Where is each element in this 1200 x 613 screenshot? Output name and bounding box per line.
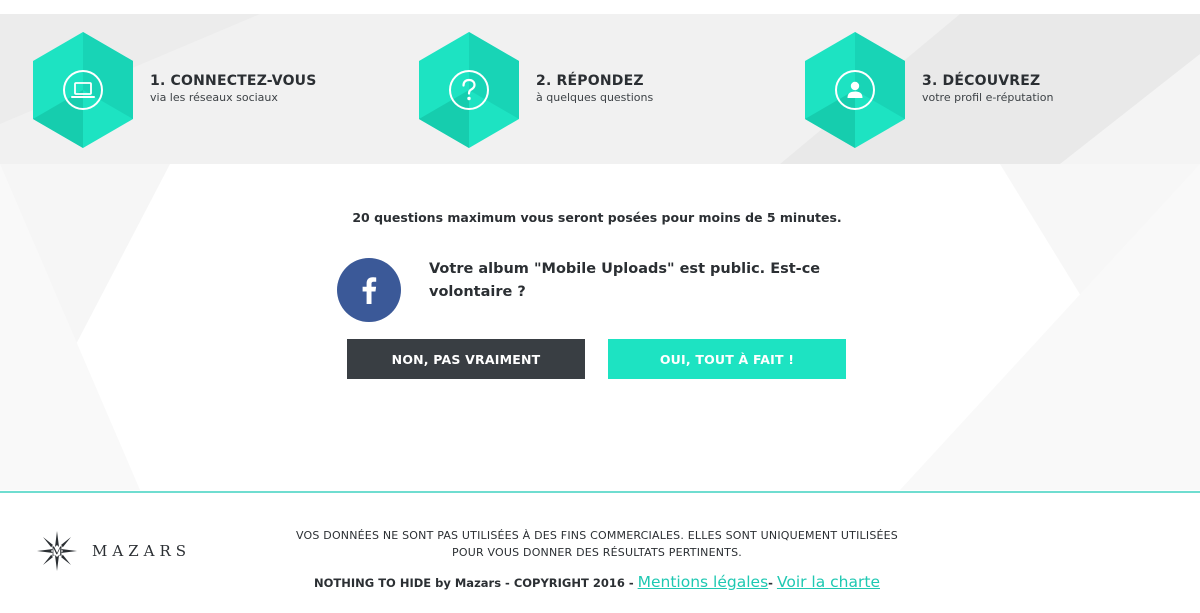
- quiz-panel: 20 questions maximum vous seront posées …: [0, 164, 1200, 491]
- mazars-compass-icon: M: [37, 531, 77, 571]
- quiz-question-line: volontaire ?: [429, 284, 526, 300]
- facebook-icon: [337, 258, 401, 322]
- step-subtitle: à quelques questions: [536, 91, 654, 104]
- copyright-text: NOTHING TO HIDE by Mazars - COPYRIGHT 20…: [313, 576, 638, 590]
- charter-link[interactable]: Voir la charte: [777, 573, 880, 591]
- step-title: 1. CONNECTEZ-VOUS: [150, 73, 317, 89]
- disclaimer-line: POUR VOUS DONNER DES RÉSULTATS PERTINENT…: [452, 546, 742, 559]
- user-profile-icon: [835, 70, 875, 110]
- mazars-wordmark: MAZARS: [92, 542, 192, 560]
- mazars-logo: M MAZARS: [35, 529, 191, 573]
- laptop-icon: [63, 70, 103, 110]
- quiz-intro: 20 questions maximum vous seront posées …: [352, 210, 842, 225]
- step-discover: 3. DÉCOUVREZ votre profil e-réputation: [805, 32, 1053, 148]
- step-title: 3. DÉCOUVREZ: [922, 73, 1041, 89]
- mazars-logo-letter: M: [51, 545, 63, 559]
- privacy-disclaimer: VOS DONNÉES NE SONT PAS UTILISÉES À DES …: [197, 527, 997, 561]
- step-connect: 1. CONNECTEZ-VOUS via les réseaux sociau…: [33, 32, 317, 148]
- top-strip: [0, 0, 1200, 14]
- steps-band: 1. CONNECTEZ-VOUS via les réseaux sociau…: [0, 14, 1200, 164]
- footer: M MAZARS VOS DONNÉES NE SONT PAS UTILISÉ…: [0, 491, 1200, 613]
- quiz-question-line: Votre album "Mobile Uploads" est public.…: [429, 261, 821, 277]
- link-separator: -: [768, 576, 777, 590]
- answer-no-button[interactable]: NON, PAS VRAIMENT: [347, 339, 585, 379]
- step-answer-hexagon: [419, 32, 519, 148]
- step-title: 2. RÉPONDEZ: [536, 73, 644, 89]
- quiz-question: Votre album "Mobile Uploads" est public.…: [429, 258, 849, 304]
- step-connect-hexagon: [33, 32, 133, 148]
- disclaimer-line: VOS DONNÉES NE SONT PAS UTILISÉES À DES …: [296, 529, 898, 542]
- step-subtitle: via les réseaux sociaux: [150, 91, 278, 104]
- step-discover-hexagon: [805, 32, 905, 148]
- legal-notice-link[interactable]: Mentions légales: [638, 573, 769, 591]
- step-answer: 2. RÉPONDEZ à quelques questions: [419, 32, 653, 148]
- question-mark-icon: [449, 70, 489, 110]
- copyright-line: NOTHING TO HIDE by Mazars - COPYRIGHT 20…: [197, 573, 997, 591]
- answer-yes-button[interactable]: OUI, TOUT À FAIT !: [608, 339, 846, 379]
- step-subtitle: votre profil e-réputation: [922, 91, 1054, 104]
